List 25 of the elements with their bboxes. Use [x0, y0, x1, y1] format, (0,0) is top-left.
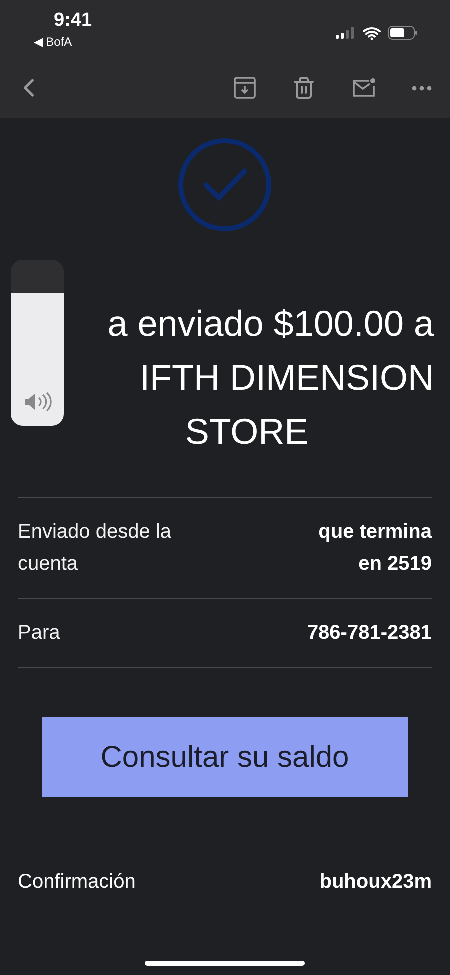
signal-icon [336, 27, 356, 39]
trash-icon [292, 76, 316, 100]
detail-label: Para [18, 621, 62, 646]
mail-button[interactable] [352, 78, 376, 98]
archive-button[interactable] [234, 77, 256, 99]
more-button[interactable] [412, 86, 432, 90]
speaker-icon [22, 392, 52, 412]
heading-line: IFTH DIMENSION [140, 356, 434, 400]
check-balance-button[interactable]: Consultar su saldo [42, 717, 408, 797]
more-icon [412, 86, 432, 90]
detail-value: 786-781-2381 [306, 621, 432, 646]
status-time: 9:41 [54, 10, 92, 32]
detail-value: que termina en 2519 [318, 520, 432, 577]
check-circle-icon [178, 138, 272, 232]
confirmation-label: Confirmación [18, 870, 136, 895]
detail-label: Enviado desde la cuenta [18, 520, 172, 577]
back-to-app-link[interactable]: ◀ BofA [34, 34, 72, 50]
heading-line: a enviado $100.00 a [108, 302, 434, 346]
mail-icon [352, 78, 376, 98]
wifi-icon [363, 26, 381, 40]
battery-icon [388, 26, 418, 40]
archive-tray-icon [234, 77, 256, 99]
heading-line: STORE [185, 410, 309, 454]
delete-button[interactable] [292, 76, 316, 100]
confirmation-value: buhoux23m [320, 870, 432, 895]
